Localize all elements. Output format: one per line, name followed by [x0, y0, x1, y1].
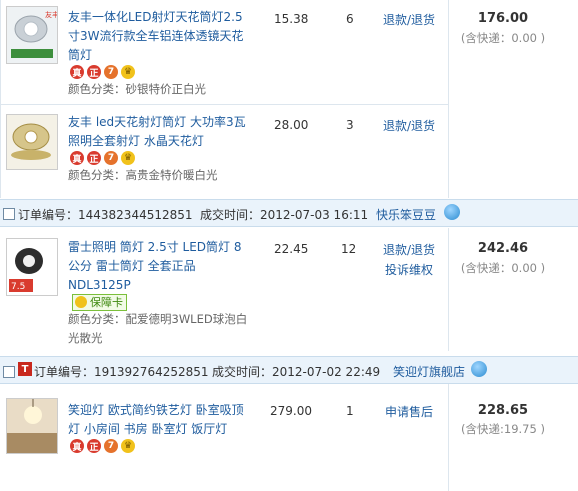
genuine-badge-icon: 真 [70, 151, 84, 165]
crown-badge-icon: ♛ [121, 65, 135, 79]
product-spec: 颜色分类：配爱德明3WLED球泡白 光散光 [68, 312, 248, 345]
order-header: T 订单编号：191392764252851 成交时间：2012-07-02 2… [0, 356, 578, 384]
order-number: 订单编号：191392764252851 [34, 365, 209, 379]
refund-return-link[interactable]: 退款/退货 [379, 10, 439, 30]
thumb-price-label: 7.5 [11, 282, 25, 292]
shipping-fee: (含快递：0.00 ) [460, 261, 546, 275]
unit-price: 28.00 [274, 118, 309, 132]
product-thumbnail[interactable] [6, 398, 58, 454]
crystal-spotlight-image [7, 115, 57, 169]
chat-icon[interactable] [471, 361, 487, 377]
order-header: 订单编号：144382344512851 成交时间：2012-07-03 16:… [0, 199, 578, 227]
quantity: 3 [346, 118, 354, 132]
shipping-fee: (含快递:19.75 ) [461, 422, 545, 436]
unit-price: 279.00 [270, 404, 312, 418]
seven-day-return-badge-icon: 7 [104, 439, 118, 453]
shipping-fee: (含快递：0.00 ) [460, 31, 546, 45]
seven-day-return-badge-icon: 7 [104, 151, 118, 165]
after-sales-link[interactable]: 申请售后 [379, 402, 439, 422]
refund-return-link[interactable]: 退款/退货 [379, 116, 439, 136]
authentic-badge-icon: 正 [87, 151, 101, 165]
refund-return-link[interactable]: 退款/退货 [379, 240, 439, 260]
order-select-checkbox[interactable] [3, 208, 15, 220]
ceiling-lamp-image [7, 399, 57, 453]
row-divider [0, 104, 448, 105]
service-badges: 真 正 7 ♛ [70, 151, 135, 165]
authentic-badge-icon: 正 [87, 439, 101, 453]
service-badges: 真 正 7 ♛ [70, 65, 135, 79]
left-border [0, 0, 1, 198]
product-thumbnail[interactable]: 7.5 [6, 238, 58, 296]
order-total: 176.00 [477, 11, 529, 26]
quantity: 1 [346, 404, 354, 418]
product-spec: 颜色分类：高贵金特价暖白光 [68, 168, 218, 182]
shop-name-link[interactable]: 笑迎灯旗舰店 [393, 363, 465, 380]
authentic-badge-icon: 正 [87, 65, 101, 79]
seven-day-return-badge-icon: 7 [104, 65, 118, 79]
guarantee-card-badge[interactable]: 保障卡 [72, 294, 127, 311]
unit-price: 15.38 [274, 12, 309, 26]
product-title-link[interactable]: 友丰一体化LED射灯天花筒灯2.5 寸3W流行款全车铝连体透镜天花 筒灯 [68, 8, 258, 65]
product-title-link[interactable]: 友丰 led天花射灯筒灯 大功率3瓦 照明全套射灯 水晶天花灯 [68, 113, 258, 151]
shop-name-link[interactable]: 快乐笨豆豆 [376, 206, 436, 223]
crown-badge-icon: ♛ [121, 439, 135, 453]
deal-time: 成交时间：2012-07-02 22:49 [212, 365, 381, 379]
downlight-image: 友丰 [7, 7, 57, 63]
quantity: 12 [341, 242, 357, 256]
product-title-link[interactable]: 雷士照明 筒灯 2.5寸 LED筒灯 8 公分 雷士筒灯 全套正品 NDL312… [68, 238, 258, 295]
chat-icon[interactable] [444, 204, 460, 220]
order-total: 242.46 [477, 241, 529, 256]
tmall-icon: T [18, 362, 32, 376]
complaint-link[interactable]: 投诉维权 [379, 260, 439, 280]
nvc-downlight-image: 7.5 [7, 239, 57, 295]
product-thumbnail[interactable]: 友丰 [6, 6, 58, 64]
order-select-checkbox[interactable] [3, 366, 15, 378]
product-spec: 颜色分类：砂银特价正白光 [68, 82, 206, 96]
guarantee-icon [75, 296, 87, 308]
thumb-brand-label: 友丰 [45, 10, 57, 19]
total-divider [448, 384, 449, 491]
service-badges: 真 正 7 ♛ [70, 439, 135, 453]
genuine-badge-icon: 真 [70, 65, 84, 79]
order-number: 订单编号：144382344512851 [18, 208, 193, 222]
crown-badge-icon: ♛ [121, 151, 135, 165]
product-thumbnail[interactable] [6, 114, 58, 170]
genuine-badge-icon: 真 [70, 439, 84, 453]
unit-price: 22.45 [274, 242, 309, 256]
order-total: 228.65 [477, 403, 529, 418]
quantity: 6 [346, 12, 354, 26]
product-title-link[interactable]: 笑迎灯 欧式简约铁艺灯 卧室吸顶 灯 小房间 书房 卧室灯 饭厅灯 [68, 401, 258, 439]
deal-time: 成交时间：2012-07-03 16:11 [200, 208, 369, 222]
